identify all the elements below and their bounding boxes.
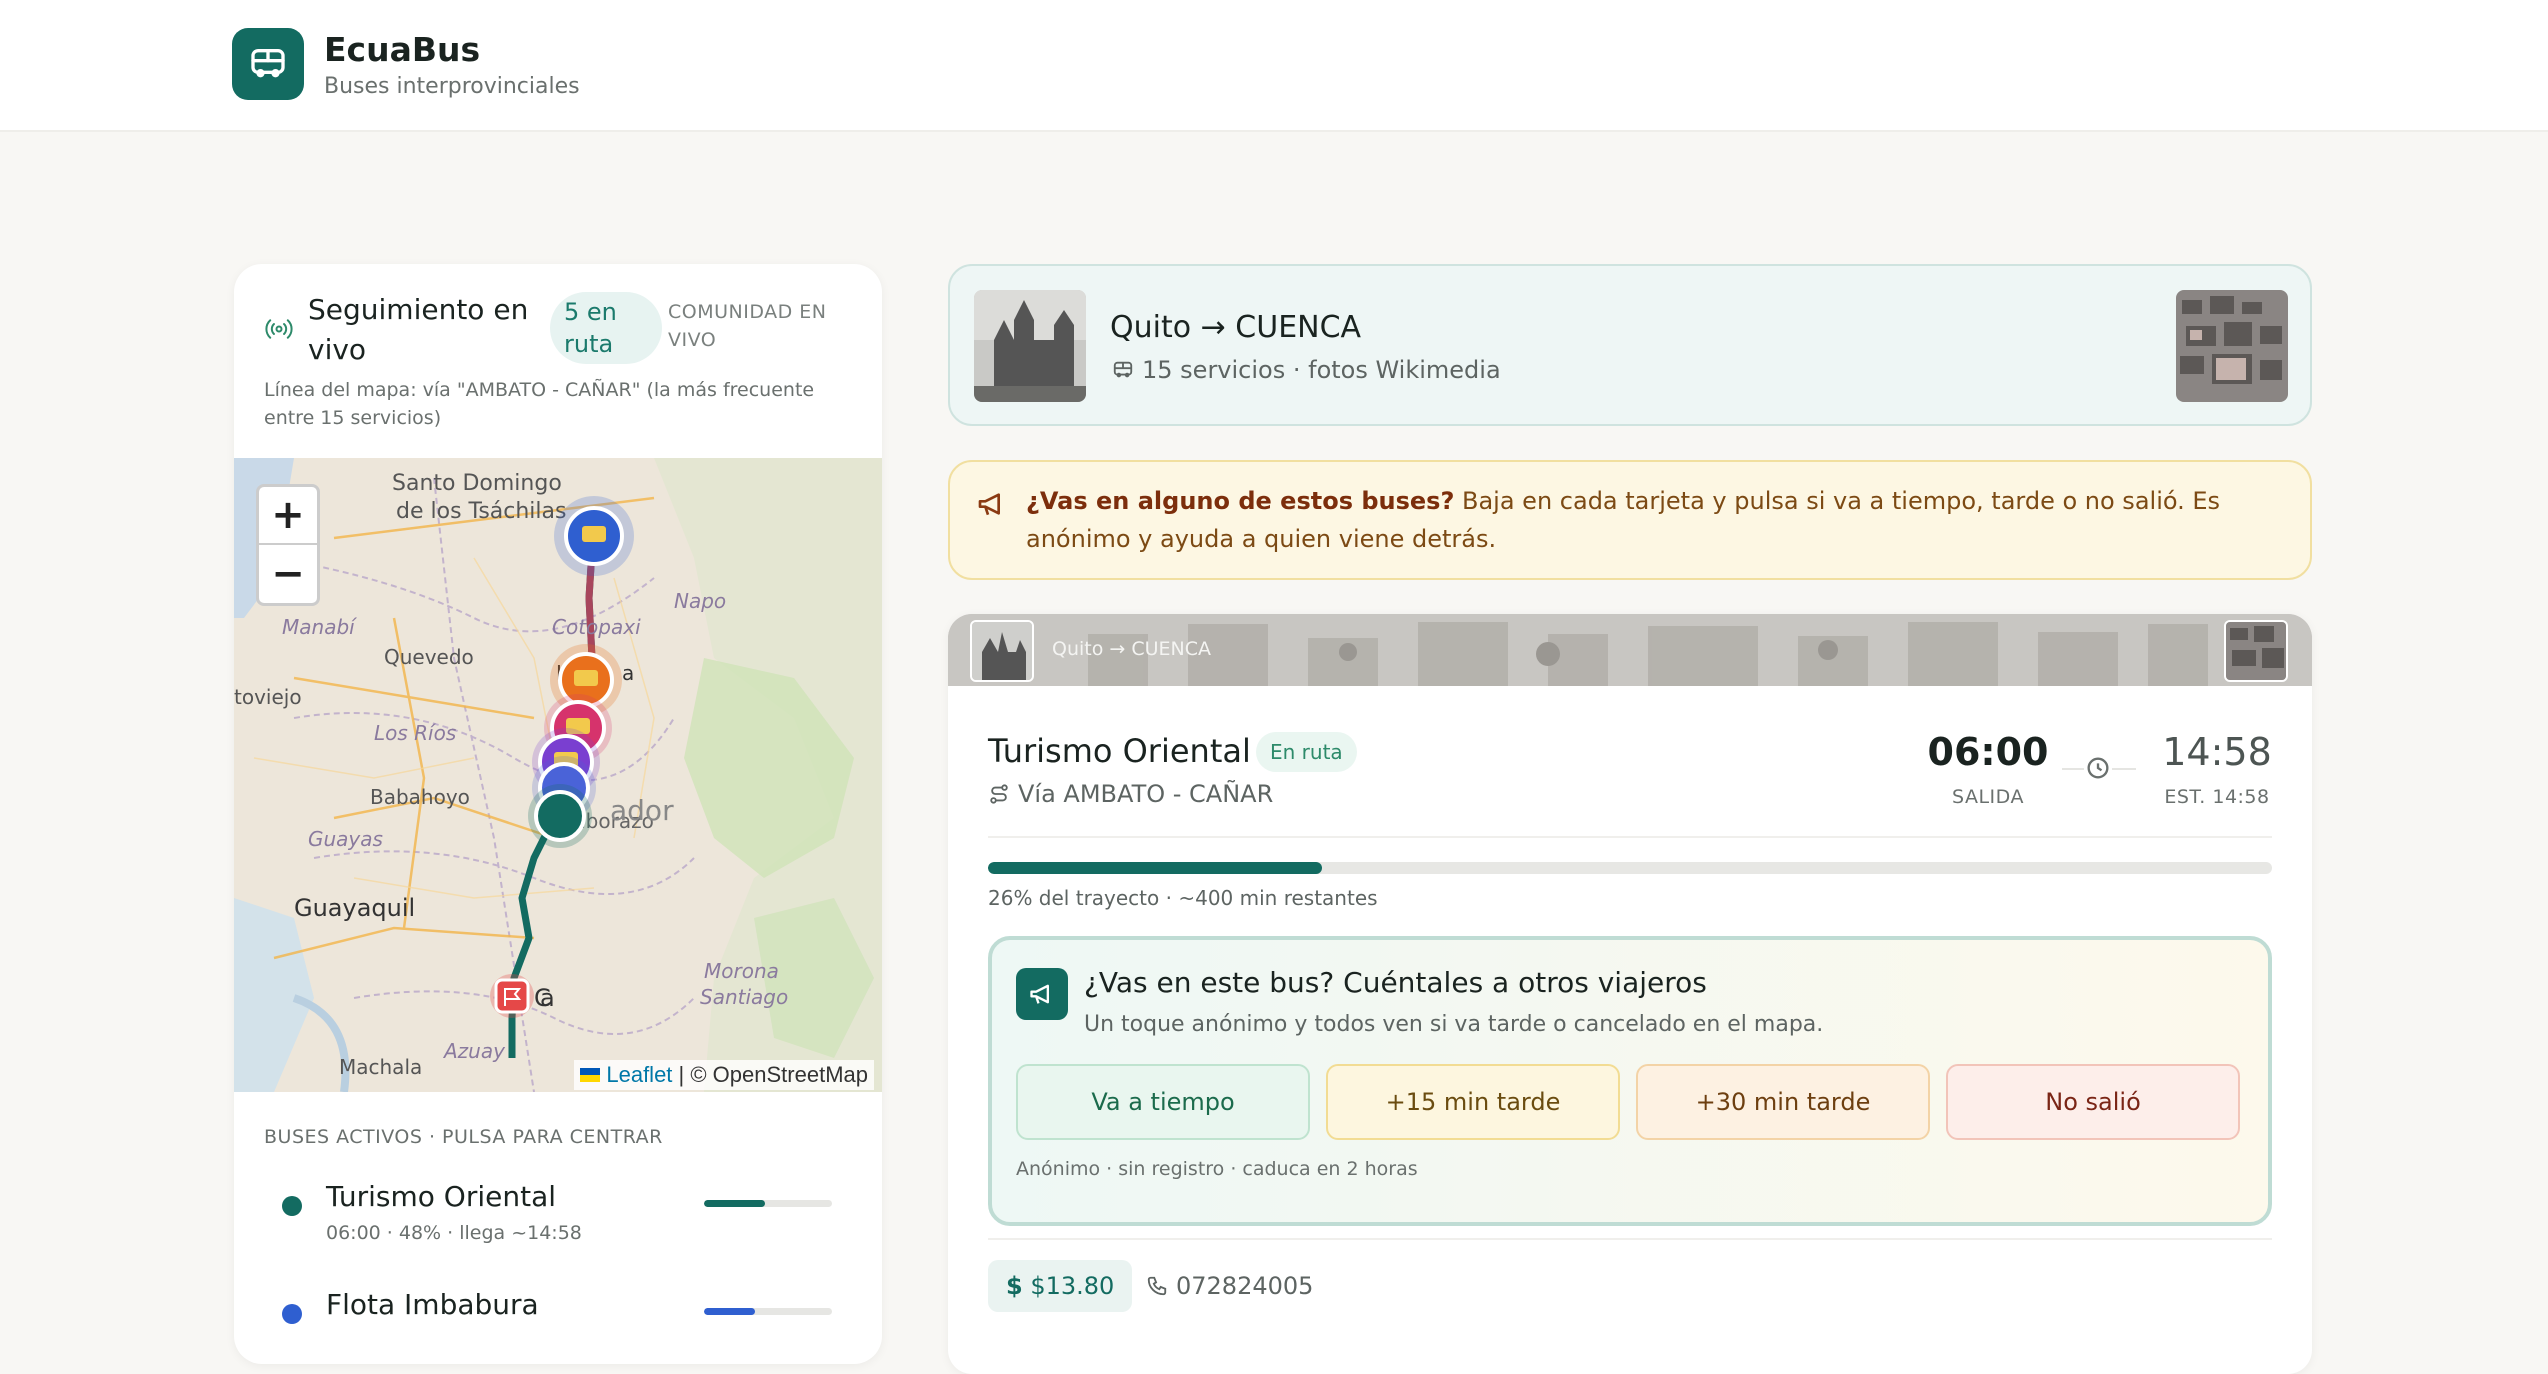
bus-name: Turismo Oriental	[326, 1180, 557, 1213]
phone-number: 072824005	[1176, 1272, 1314, 1300]
price-badge: $ $13.80	[988, 1260, 1133, 1312]
map-label-manabi: Manabí	[282, 615, 357, 639]
bus-progress-bar	[704, 1308, 832, 1315]
zoom-in-button[interactable]: +	[259, 487, 317, 545]
map-label-napo: Napo	[674, 589, 726, 613]
banner-destination-photo	[2224, 620, 2288, 682]
active-bus-item[interactable]: Flota Imbabura	[234, 1280, 882, 1360]
status-badge: En ruta	[1256, 732, 1357, 772]
map-label-santiago: Santiago	[700, 985, 788, 1009]
clock-icon	[2084, 754, 2112, 782]
route-summary-card: Quito → CUENCA 15 servicios · fotos Wiki…	[948, 264, 2312, 426]
map-label-santo-domingo: Santo Domingo	[392, 471, 562, 496]
on-time-button[interactable]: Va a tiempo	[1016, 1064, 1310, 1140]
report-subtitle: Un toque anónimo y todos ven si va tarde…	[1084, 1012, 1824, 1037]
bus-marker-teal[interactable]	[528, 784, 592, 848]
not-departed-button[interactable]: No salió	[1946, 1064, 2240, 1140]
active-bus-item[interactable]: Turismo Oriental 06:00 · 48% · llega ~14…	[234, 1172, 882, 1252]
arrival-label: EST. 14:58	[2164, 786, 2270, 808]
report-title: ¿Vas en este bus? Cuéntales a otros viaj…	[1084, 966, 1707, 999]
map-label-tsachilas: de los Tsáchilas	[396, 499, 566, 524]
divider	[988, 1238, 2272, 1240]
route-icon	[990, 784, 1008, 804]
live-tracking-title: Seguimiento en vivo	[308, 293, 529, 366]
bus-progress-fill	[704, 1200, 766, 1207]
map-label-portoviejo: toviejo	[234, 685, 302, 709]
map-zoom-control: + −	[256, 484, 320, 606]
community-label: COMUNIDAD EN VIVO	[668, 301, 827, 351]
destination-flag-marker[interactable]	[490, 974, 534, 1018]
divider	[988, 836, 2272, 838]
destination-photo	[2176, 290, 2288, 402]
departure-time: 06:00	[1927, 730, 2049, 774]
broadcast-icon	[265, 319, 293, 339]
service-card: Quito → CUENCA Turismo Oriental En ruta …	[948, 614, 2312, 1374]
en-ruta-badge: 5 en ruta	[550, 292, 662, 364]
origin-photo	[974, 290, 1086, 402]
osm-attribution: | © OpenStreetMap	[672, 1062, 868, 1087]
service-banner: Quito → CUENCA	[948, 614, 2312, 686]
price-value: $13.80	[1030, 1272, 1115, 1300]
ukraine-flag-icon	[580, 1068, 601, 1082]
trip-progress-bar	[988, 862, 2272, 874]
operator-name: Turismo Oriental	[988, 732, 1251, 770]
bus-progress-fill	[704, 1308, 756, 1315]
trip-progress-fill	[988, 862, 1322, 874]
zoom-out-button[interactable]: −	[259, 545, 317, 603]
bus-name: Flota Imbabura	[326, 1288, 539, 1321]
banner-origin-photo	[970, 620, 1034, 682]
live-map[interactable]: Santo Domingo de los Tsáchilas Quevedo t…	[234, 458, 882, 1092]
bus-icon[interactable]	[232, 28, 304, 100]
map-label-latacunga-b: a	[622, 661, 634, 685]
phone-contact[interactable]: 072824005	[1146, 1272, 1313, 1300]
map-canvas[interactable]: Santo Domingo de los Tsáchilas Quevedo t…	[234, 458, 882, 1092]
departure-label: SALIDA	[1952, 786, 2024, 808]
bus-color-dot	[282, 1304, 302, 1324]
map-label-morona: Morona	[704, 959, 779, 983]
megaphone-icon	[978, 493, 1000, 516]
bus-progress-bar	[704, 1200, 832, 1207]
active-buses-label: BUSES ACTIVOS · PULSA PARA CENTRAR	[264, 1126, 663, 1148]
route-via-text: Vía AMBATO - CAÑAR	[1018, 780, 1274, 808]
map-label-quevedo: Quevedo	[384, 645, 474, 669]
arrival-time: 14:58	[2162, 730, 2272, 774]
bus-color-dot	[282, 1196, 302, 1216]
bus-meta: 06:00 · 48% · llega ~14:58	[326, 1222, 582, 1244]
app-header: EcuaBus Buses interprovinciales	[0, 0, 2548, 132]
map-attribution: Leaflet | © OpenStreetMap	[574, 1060, 874, 1090]
late-30-button[interactable]: +30 min tarde	[1636, 1064, 1930, 1140]
map-label-guayaquil: Guayaquil	[294, 894, 415, 922]
trip-progress-text: 26% del trayecto · ~400 min restantes	[988, 886, 1378, 910]
notice-text: ¿Vas en alguno de estos buses? Baja en c…	[1026, 482, 2266, 558]
map-label-los-rios: Los Ríos	[374, 721, 456, 745]
map-note: Línea del mapa: vía "AMBATO - CAÑAR" (la…	[264, 379, 815, 429]
community-notice: ¿Vas en alguno de estos buses? Baja en c…	[948, 460, 2312, 580]
map-label-ecuador: ador	[610, 794, 674, 827]
banner-route-text: Quito → CUENCA	[1052, 638, 1212, 660]
map-label-machala: Machala	[339, 1055, 422, 1079]
late-15-button[interactable]: +15 min tarde	[1326, 1064, 1620, 1140]
report-footer: Anónimo · sin registro · caduca en 2 hor…	[1016, 1158, 1418, 1180]
bus-icon	[1113, 361, 1133, 378]
phone-icon	[1147, 1276, 1167, 1296]
route-subtitle-text: 15 servicios · fotos Wikimedia	[1142, 356, 1501, 384]
leaflet-link[interactable]: Leaflet	[606, 1062, 672, 1087]
bus-marker-blue[interactable]	[554, 496, 634, 576]
live-tracking-card: Seguimiento en vivo 5 en ruta COMUNIDAD …	[234, 264, 882, 1364]
brand-title[interactable]: EcuaBus	[324, 30, 480, 69]
map-label-cotopaxi: Cotopaxi	[552, 615, 641, 639]
map-label-guayas: Guayas	[308, 827, 383, 851]
map-label-babahoyo: Babahoyo	[370, 785, 470, 809]
megaphone-icon	[1016, 968, 1068, 1020]
route-via: Vía AMBATO - CAÑAR	[988, 780, 1273, 808]
dollar-icon: $	[1006, 1272, 1023, 1300]
route-title: Quito → CUENCA	[1110, 310, 1362, 345]
map-label-azuay: Azuay	[442, 1039, 506, 1063]
notice-bold: ¿Vas en alguno de estos buses?	[1026, 487, 1455, 515]
route-subtitle: 15 servicios · fotos Wikimedia	[1110, 356, 1501, 384]
map-label-cuenca-b: a	[540, 984, 555, 1012]
brand-subtitle: Buses interprovinciales	[324, 74, 580, 99]
report-panel: ¿Vas en este bus? Cuéntales a otros viaj…	[988, 936, 2272, 1226]
